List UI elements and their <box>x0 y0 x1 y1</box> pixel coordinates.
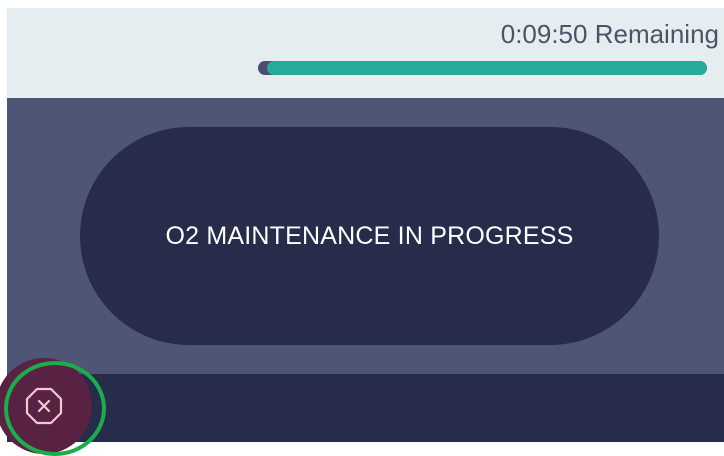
close-octagon-icon <box>25 387 63 425</box>
bottom-bar <box>7 374 724 442</box>
maintenance-screen: 0:09:50 Remaining O2 MAINTENANCE IN PROG… <box>7 8 724 442</box>
status-message: O2 MAINTENANCE IN PROGRESS <box>165 221 574 250</box>
close-button[interactable] <box>0 358 92 454</box>
timer-progress-fill <box>266 61 707 75</box>
time-remaining-label: 0:09:50 Remaining <box>500 19 719 49</box>
timer-header: 0:09:50 Remaining <box>7 8 724 98</box>
status-panel: O2 MAINTENANCE IN PROGRESS <box>80 127 659 345</box>
timer-progress-bar <box>258 61 707 75</box>
